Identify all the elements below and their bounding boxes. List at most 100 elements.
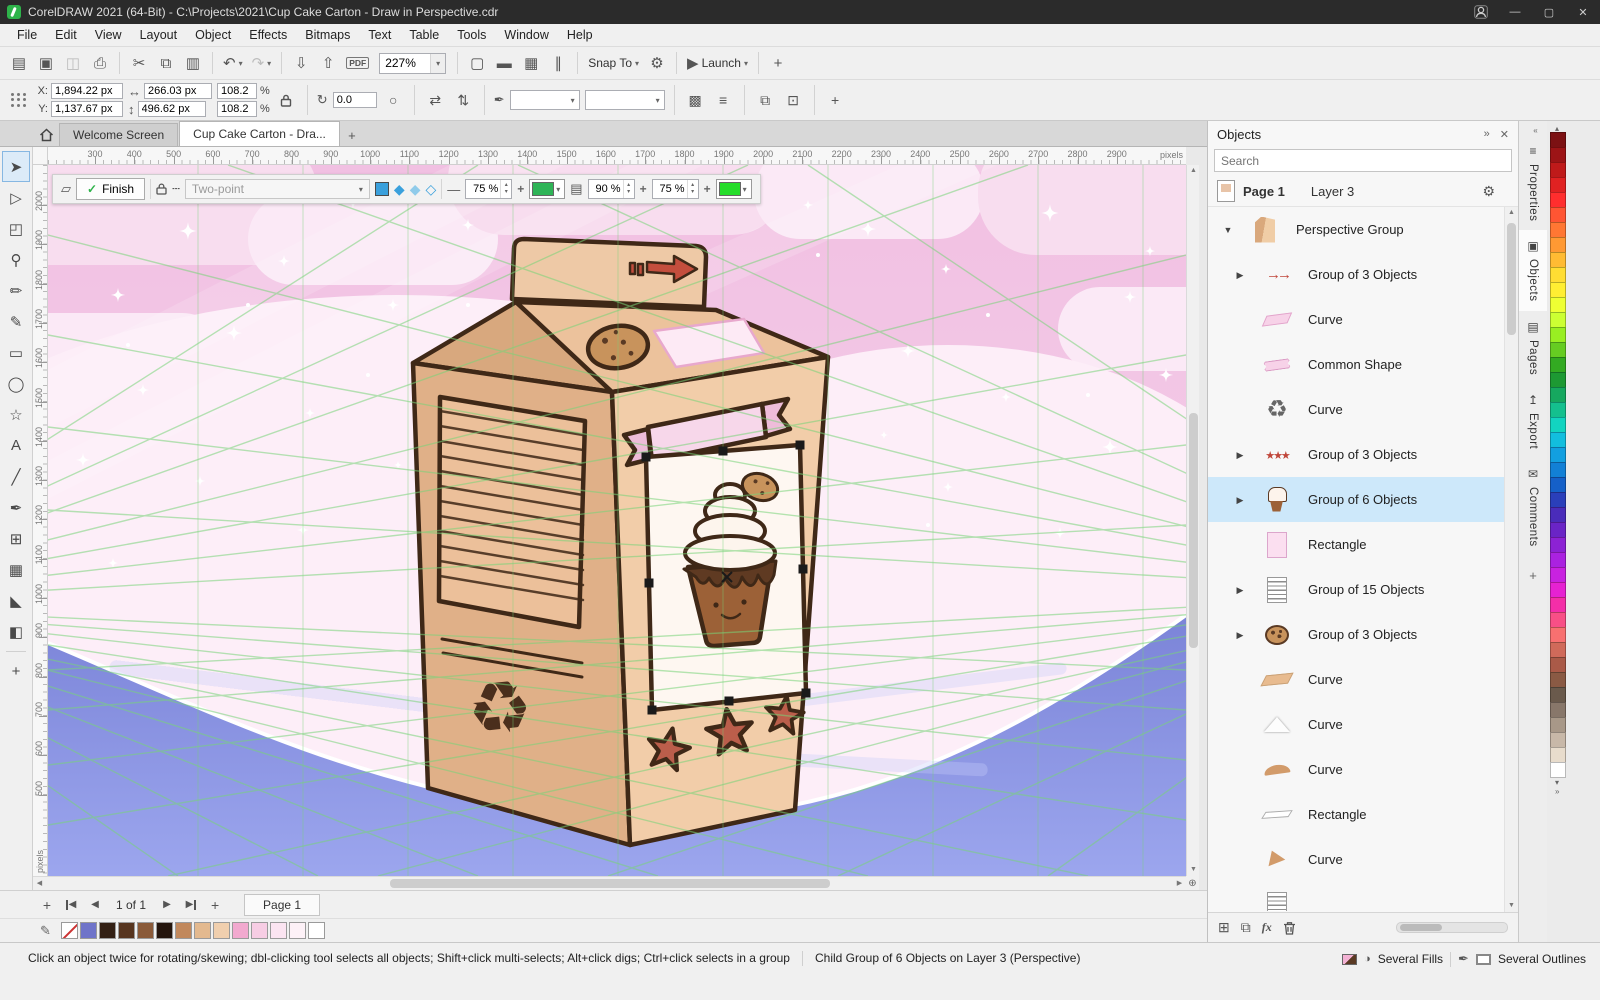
undo-button[interactable]: ↶▾	[219, 50, 247, 76]
palette-swatch[interactable]	[1550, 582, 1566, 598]
docker-tab-properties[interactable]: ≡Properties	[1519, 135, 1547, 230]
horizon-opacity-spinner[interactable]: ▴▾	[465, 179, 512, 199]
document-palette-swatch[interactable]	[156, 922, 173, 939]
show-rulers-button[interactable]: ▬	[491, 50, 517, 76]
menu-layout[interactable]: Layout	[131, 25, 187, 45]
palette-swatch[interactable]	[1550, 132, 1566, 148]
tree-item-common-shape[interactable]: Common Shape	[1208, 342, 1518, 387]
tree-item-curve[interactable]: Curve	[1208, 657, 1518, 702]
expand-icon[interactable]: ▶	[1234, 495, 1246, 506]
top-plane-icon[interactable]: ◇	[425, 182, 436, 196]
wall-opacity-input[interactable]	[653, 180, 687, 198]
palette-swatch[interactable]	[1550, 462, 1566, 478]
palette-swatch[interactable]	[1550, 597, 1566, 613]
selection-handle[interactable]	[645, 579, 654, 588]
docker-scrollbar[interactable]: ▲ ▼	[1504, 207, 1518, 912]
docker-tab-objects[interactable]: ▣Objects	[1519, 230, 1547, 311]
menu-help[interactable]: Help	[558, 25, 602, 45]
palette-swatch[interactable]	[1550, 507, 1566, 523]
scroll-right-icon[interactable]: ▶	[1173, 877, 1186, 890]
collapse-icon[interactable]: ▼	[1222, 225, 1234, 235]
palette-swatch[interactable]	[1550, 447, 1566, 463]
transparency-tool[interactable]: ▦	[2, 554, 30, 585]
docker-tab-export[interactable]: ↥Export	[1519, 384, 1547, 458]
palette-swatch[interactable]	[1550, 717, 1566, 733]
menu-window[interactable]: Window	[495, 25, 557, 45]
new-master-layer-button[interactable]: ⧉	[1241, 919, 1251, 936]
ruler-origin-corner[interactable]	[33, 147, 48, 165]
close-button[interactable]: ✕	[1566, 0, 1600, 24]
spinner-arrows-icon[interactable]: ▴▾	[500, 180, 511, 198]
artistic-media-tool[interactable]: ✎	[2, 306, 30, 337]
x-position-field[interactable]	[51, 83, 123, 99]
object-thumbnail[interactable]	[1258, 796, 1296, 833]
palette-swatch[interactable]	[1550, 357, 1566, 373]
grid-opacity-spinner[interactable]: ▴▾	[588, 179, 635, 199]
freehand-tool[interactable]: ✏	[2, 275, 30, 306]
canvas-viewport[interactable]: ♻	[48, 165, 1186, 876]
add-page-button[interactable]: +	[36, 894, 58, 916]
add-docker-button[interactable]: +	[1529, 568, 1537, 583]
document-palette-swatch[interactable]	[251, 922, 268, 939]
scroll-up-icon[interactable]: ▲	[1505, 207, 1518, 219]
page-thumbnail-icon[interactable]	[1217, 180, 1235, 202]
gear-icon[interactable]: ⚙	[1482, 183, 1495, 200]
palette-swatch[interactable]	[1550, 372, 1566, 388]
horizon-color-swatch[interactable]: ▾	[529, 179, 565, 199]
tree-item-rectangle[interactable]: Rectangle	[1208, 522, 1518, 567]
print-button[interactable]: ⎙	[87, 50, 113, 76]
menu-effects[interactable]: Effects	[240, 25, 296, 45]
rotation-dial-icon[interactable]: ○	[382, 88, 405, 112]
customize-toolbar-button[interactable]: +	[765, 50, 791, 76]
horizon-line-icon[interactable]: ―	[447, 182, 460, 197]
new-layer-button[interactable]: ⊞	[1218, 919, 1230, 936]
selection-handle[interactable]	[719, 447, 728, 456]
search-input[interactable]	[1221, 154, 1505, 168]
palette-swatch[interactable]	[1550, 732, 1566, 748]
tree-item-curve[interactable]: Curve	[1208, 297, 1518, 342]
outline-pen-icon[interactable]: ✒	[1458, 951, 1469, 967]
palette-swatch[interactable]	[1550, 387, 1566, 403]
vertical-scrollbar[interactable]: ▲ ▼	[1186, 165, 1199, 876]
no-color-swatch[interactable]	[61, 922, 78, 939]
expand-icon[interactable]: ▶	[1234, 270, 1246, 281]
palette-swatch[interactable]	[1550, 162, 1566, 178]
redo-button-chevron-down-icon[interactable]: ▾	[267, 59, 271, 68]
import-button[interactable]: ⇩	[288, 50, 314, 76]
search-box[interactable]	[1214, 149, 1512, 172]
color-eyedropper-tool[interactable]: ◣	[2, 585, 30, 616]
home-icon[interactable]	[33, 123, 59, 146]
object-thumbnail[interactable]	[1258, 346, 1296, 383]
palette-flyout-icon[interactable]: »	[1555, 787, 1600, 796]
lock-perspective-icon[interactable]	[156, 183, 167, 195]
next-page-button[interactable]: ▶	[156, 894, 178, 916]
palette-swatch[interactable]	[1550, 702, 1566, 718]
menu-bitmaps[interactable]: Bitmaps	[296, 25, 359, 45]
fullscreen-preview-button[interactable]: ▢	[464, 50, 490, 76]
tree-item-curve[interactable]: Curve	[1208, 747, 1518, 792]
zoom-tool[interactable]: ⚲	[2, 244, 30, 275]
document-palette-swatch[interactable]	[289, 922, 306, 939]
palette-swatch[interactable]	[1550, 642, 1566, 658]
menu-edit[interactable]: Edit	[46, 25, 86, 45]
tree-item-group-of-3-objects[interactable]: ▶Group of 3 Objects	[1208, 612, 1518, 657]
tree-item-rectangle[interactable]: Rectangle	[1208, 792, 1518, 837]
palette-swatch[interactable]	[1550, 477, 1566, 493]
palette-swatch[interactable]	[1550, 327, 1566, 343]
effects-button[interactable]: fx	[1262, 920, 1272, 935]
palette-swatch[interactable]	[1550, 222, 1566, 238]
outline-indicator-icon[interactable]	[1476, 954, 1491, 965]
new-document-button[interactable]: ▤	[6, 50, 32, 76]
dock-chevrons-icon[interactable]: »	[1484, 128, 1490, 141]
menu-text[interactable]: Text	[359, 25, 400, 45]
tree-item-curve[interactable]: Curve	[1208, 387, 1518, 432]
document-palette-swatch[interactable]	[308, 922, 325, 939]
scale-height-field[interactable]	[217, 101, 257, 117]
scroll-down-icon[interactable]: ▼	[1505, 900, 1518, 912]
document-palette-swatch[interactable]	[137, 922, 154, 939]
pick-tool[interactable]: ➤	[2, 151, 30, 182]
palette-swatch[interactable]	[1550, 207, 1566, 223]
selection-handle[interactable]	[648, 706, 657, 715]
document-tab-cup-cake-carton-dra-[interactable]: Cup Cake Carton - Dra...	[179, 121, 340, 146]
fill-indicator-icon[interactable]	[1342, 954, 1357, 965]
